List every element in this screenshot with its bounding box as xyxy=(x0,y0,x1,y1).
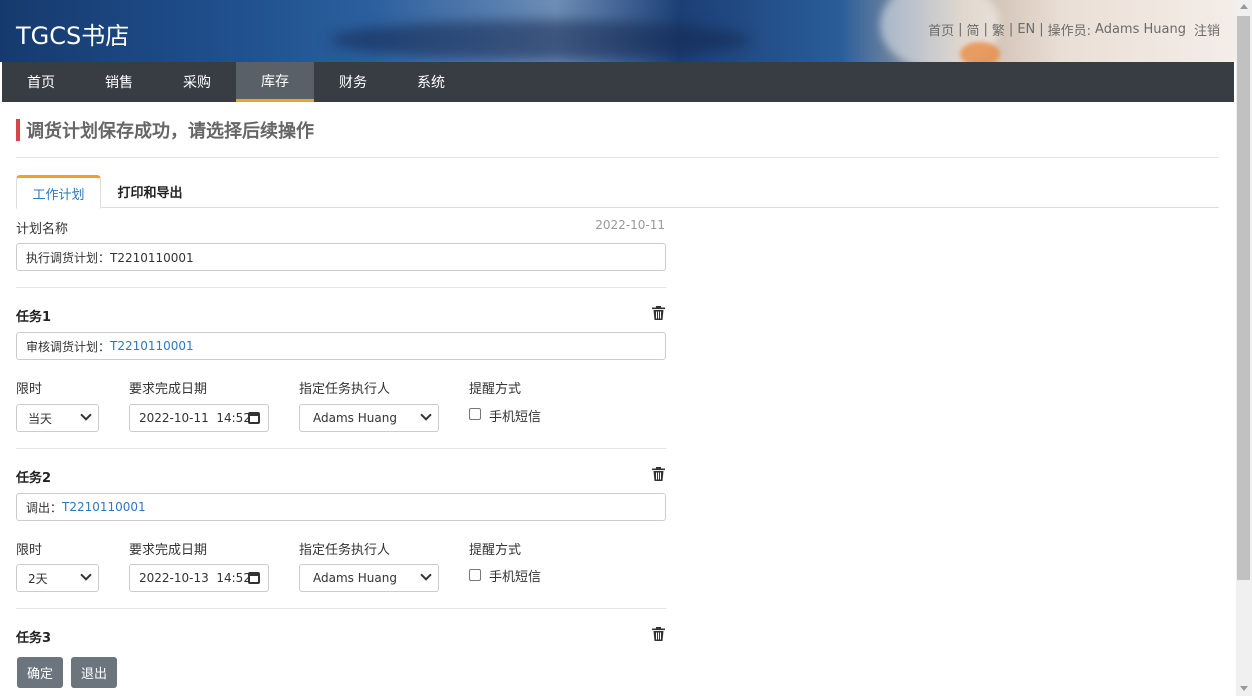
trash-icon[interactable] xyxy=(652,467,665,481)
limit-label: 限时 xyxy=(16,543,43,558)
task-2-due-date-input[interactable]: 2022-10-13 14:52 xyxy=(129,564,269,592)
task-1-title: 任务1 xyxy=(16,310,52,325)
task-2-plan-link[interactable]: T2210110001 xyxy=(62,500,146,514)
calendar-icon[interactable] xyxy=(248,412,260,424)
task-2-sms-checkbox[interactable] xyxy=(469,569,481,581)
task-1-description[interactable]: 审核调货计划： T2210110001 xyxy=(16,332,666,360)
task-2-description[interactable]: 调出： T2210110001 xyxy=(16,493,666,521)
task-1-limit-select[interactable]: 当天 xyxy=(16,404,99,432)
scrollbar-thumb[interactable] xyxy=(1237,16,1250,580)
plan-name-label: 计划名称 xyxy=(16,222,69,237)
operator-label: 操作员: xyxy=(1047,24,1092,39)
scroll-up-icon[interactable] xyxy=(1240,4,1248,9)
task-1-desc-prefix: 审核调货计划： xyxy=(26,339,111,354)
nav-sales[interactable]: 销售 xyxy=(80,62,158,102)
assignee-label: 指定任务执行人 xyxy=(299,382,391,397)
link-simplified[interactable]: 简 xyxy=(967,20,980,39)
nav-purchase[interactable]: 采购 xyxy=(158,62,236,102)
chevron-down-icon xyxy=(420,409,432,421)
sms-label: 手机短信 xyxy=(489,570,542,585)
logout-link[interactable]: 注销 xyxy=(1194,20,1220,39)
task-2-assignee-value: Adams Huang xyxy=(313,571,397,585)
top-links: 首页 | 简 | 繁 | EN | 操作员: Adams Huang 注销 xyxy=(928,20,1220,39)
chevron-down-icon xyxy=(80,569,92,581)
tab-bar: 工作计划 打印和导出 xyxy=(16,175,1219,209)
link-english[interactable]: EN xyxy=(1017,22,1035,37)
task-1-due-value: 2022-10-11 14:52 xyxy=(139,411,251,425)
nav-finance[interactable]: 财务 xyxy=(314,62,392,102)
limit-label: 限时 xyxy=(16,382,43,397)
operator-name: Adams Huang xyxy=(1095,22,1186,37)
task-1-limit-value: 当天 xyxy=(28,411,53,426)
chevron-down-icon xyxy=(80,409,92,421)
plan-date: 2022-10-11 xyxy=(595,218,665,232)
page-title-text: 调货计划保存成功，请选择后续操作 xyxy=(26,121,314,142)
task-2-desc-prefix: 调出： xyxy=(26,500,63,515)
task-1-due-date-input[interactable]: 2022-10-11 14:52 xyxy=(129,404,269,432)
divider xyxy=(16,287,666,288)
tab-print-export[interactable]: 打印和导出 xyxy=(106,175,194,208)
exit-button[interactable]: 退出 xyxy=(71,657,117,688)
link-traditional[interactable]: 繁 xyxy=(992,20,1005,39)
sms-label: 手机短信 xyxy=(489,410,542,425)
task-2-limit-value: 2天 xyxy=(28,571,48,586)
remind-label: 提醒方式 xyxy=(469,543,522,558)
divider xyxy=(16,608,666,609)
scroll-down-icon[interactable] xyxy=(1240,686,1248,691)
task-1-sms-checkbox[interactable] xyxy=(469,408,481,420)
task-2-title: 任务2 xyxy=(16,471,52,486)
chevron-down-icon xyxy=(420,569,432,581)
assignee-label: 指定任务执行人 xyxy=(299,543,391,558)
task-1-assignee-value: Adams Huang xyxy=(313,411,397,425)
plan-name-input[interactable]: 执行调货计划：T2210110001 xyxy=(16,243,666,271)
task-3-title: 任务3 xyxy=(16,631,52,646)
task-2-due-value: 2022-10-13 14:52 xyxy=(139,571,251,585)
app-logo: TGCS书店 xyxy=(16,22,130,50)
nav-home[interactable]: 首页 xyxy=(2,62,80,102)
link-home[interactable]: 首页 xyxy=(928,20,954,39)
page-title: 调货计划保存成功，请选择后续操作 xyxy=(16,118,314,142)
due-date-label: 要求完成日期 xyxy=(129,382,208,397)
nav-inventory[interactable]: 库存 xyxy=(236,62,314,102)
divider xyxy=(16,448,666,449)
title-accent-bar xyxy=(16,119,20,141)
separator: | xyxy=(1039,22,1044,37)
remind-label: 提醒方式 xyxy=(469,382,522,397)
separator: | xyxy=(1008,22,1014,37)
due-date-label: 要求完成日期 xyxy=(129,543,208,558)
plan-name-value: 执行调货计划：T2210110001 xyxy=(26,250,194,265)
calendar-icon[interactable] xyxy=(248,572,260,584)
task-1-plan-link[interactable]: T2210110001 xyxy=(110,339,194,353)
task-1-assignee-select[interactable]: Adams Huang xyxy=(299,404,439,432)
main-nav: 首页 销售 采购 库存 财务 系统 xyxy=(2,62,1234,102)
task-2-assignee-select[interactable]: Adams Huang xyxy=(299,564,439,592)
header-banner: TGCS书店 首页 | 简 | 繁 | EN | 操作员: Adams Huan… xyxy=(0,0,1236,62)
tab-work-plan[interactable]: 工作计划 xyxy=(16,175,101,209)
separator: | xyxy=(983,22,988,37)
divider xyxy=(16,157,1219,158)
trash-icon[interactable] xyxy=(652,627,665,641)
confirm-button[interactable]: 确定 xyxy=(17,657,63,688)
trash-icon[interactable] xyxy=(652,306,665,320)
task-2-limit-select[interactable]: 2天 xyxy=(16,564,99,592)
separator: | xyxy=(958,22,963,37)
nav-system[interactable]: 系统 xyxy=(392,62,470,102)
